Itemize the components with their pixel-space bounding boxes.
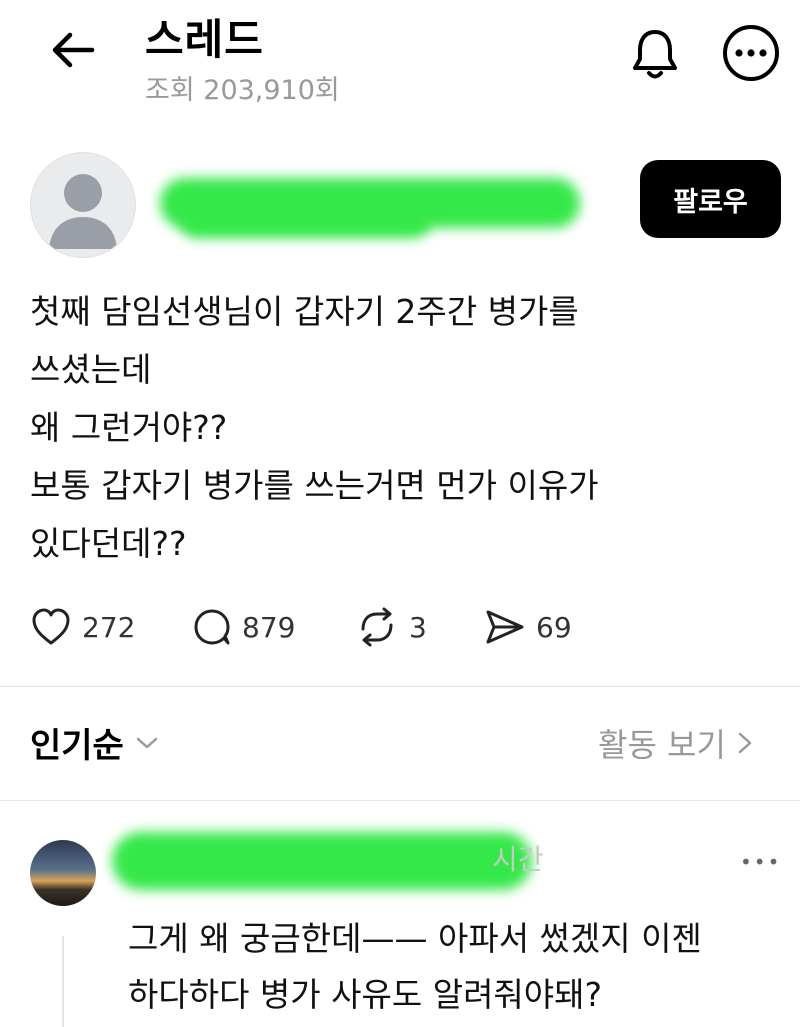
comment-icon [194, 609, 230, 645]
view-activity-link[interactable]: 활동 보기 [598, 720, 756, 766]
chevron-right-icon [738, 732, 752, 754]
follow-button[interactable]: 팔로우 [640, 160, 781, 238]
more-icon [723, 25, 779, 81]
redacted-username-tail [180, 206, 430, 238]
chevron-down-icon [136, 737, 158, 748]
view-activity-label: 활동 보기 [598, 726, 726, 764]
commenter-avatar[interactable] [30, 840, 96, 906]
repost-icon [361, 607, 393, 647]
repost-button[interactable]: 3 [355, 604, 427, 650]
more-options-button[interactable] [720, 22, 782, 84]
share-count: 69 [536, 610, 572, 644]
comment-text-line: 그게 왜 궁금한데—— 아파서 썼겠지 이젠 [128, 919, 702, 958]
comment-button[interactable]: 879 [192, 604, 295, 650]
heart-icon [32, 608, 70, 645]
divider [0, 686, 800, 687]
sort-label: 인기순 [30, 726, 124, 766]
comment-text-line: 하다하다 병가 사유도 알려줘야돼? [128, 975, 603, 1014]
repost-count: 3 [409, 610, 427, 644]
redacted-commenter-name [112, 832, 532, 890]
post-text-line: 쓰셨는데 [30, 350, 152, 389]
post-text-line: 왜 그런거야?? [30, 408, 228, 447]
back-button[interactable] [40, 22, 104, 78]
author-avatar[interactable] [30, 152, 136, 258]
back-arrow-icon [52, 32, 95, 68]
post-text-line: 보통 갑자기 병가를 쓰는거면 먼가 이유가 [30, 466, 599, 505]
comment-time: 시간 [492, 843, 544, 876]
page-title: 스레드 [145, 15, 264, 64]
notifications-button[interactable] [624, 24, 686, 84]
share-icon [486, 610, 524, 644]
share-button[interactable]: 69 [484, 604, 572, 650]
post-text-line: 첫째 담임선생님이 갑자기 2주간 병가를 [30, 292, 579, 331]
default-avatar-icon [49, 174, 117, 249]
view-count: 조회 203,910회 [145, 75, 340, 106]
post-text-line: 있다던데?? [30, 524, 187, 563]
divider [0, 800, 800, 801]
bell-icon [633, 30, 677, 79]
like-button[interactable]: 272 [30, 604, 135, 650]
comment-count: 879 [242, 610, 296, 644]
like-count: 272 [82, 610, 136, 644]
comment-more-button[interactable]: ••• [740, 850, 781, 874]
thread-line [62, 936, 64, 1027]
sort-dropdown[interactable]: 인기순 [30, 718, 162, 767]
